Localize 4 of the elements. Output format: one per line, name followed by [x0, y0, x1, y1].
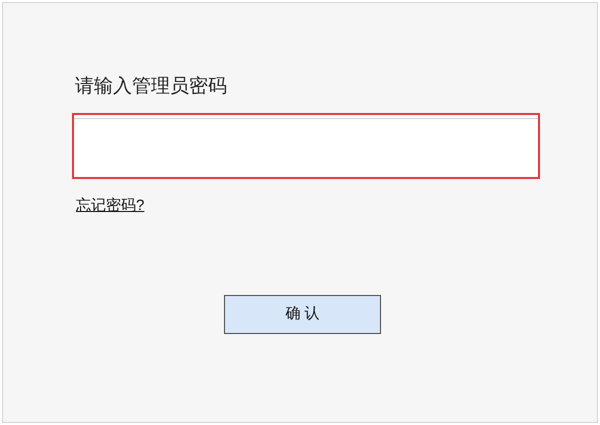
confirm-button[interactable]: 确 认 — [224, 294, 381, 334]
forgot-password-link[interactable]: 忘记密码? — [76, 195, 144, 218]
prompt-title: 请输入管理员密码 — [74, 75, 228, 99]
password-field[interactable] — [72, 113, 540, 179]
